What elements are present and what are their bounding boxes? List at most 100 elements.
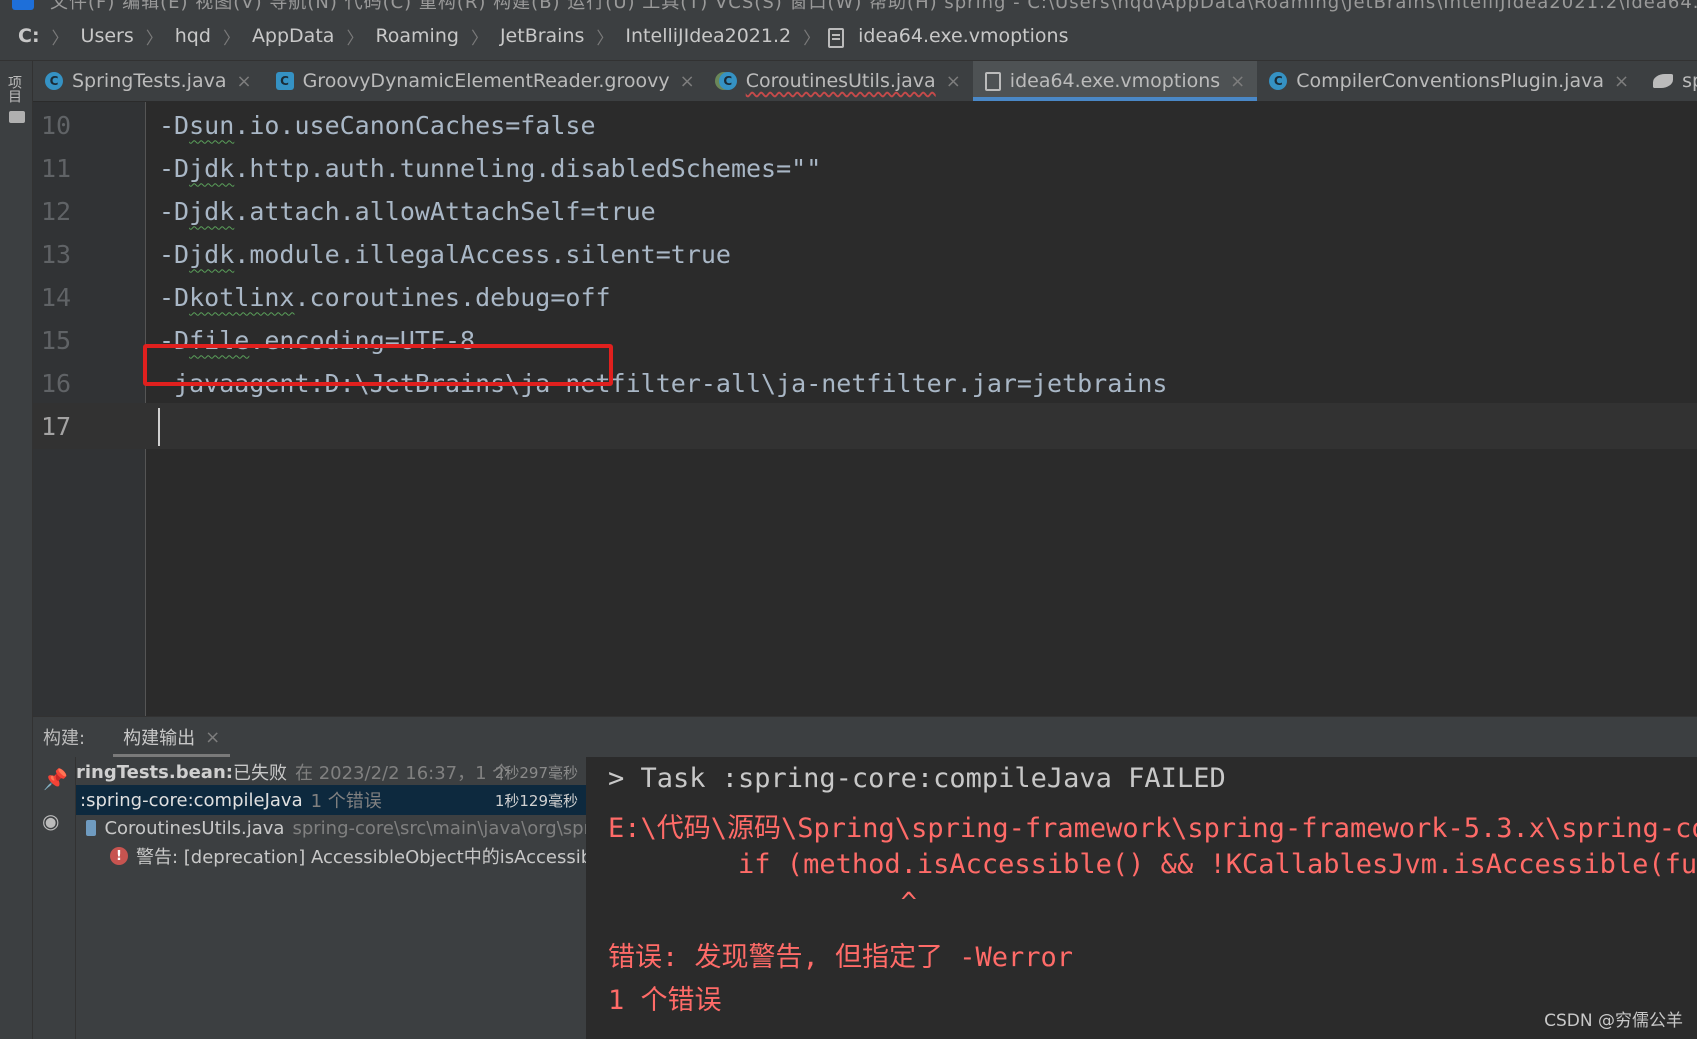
project-tool-button[interactable]: 项目 (6, 75, 24, 103)
breadcrumb-item-drive[interactable]: C: (0, 25, 44, 47)
code-rest: .module.illegalAccess.silent=true (234, 239, 731, 269)
code-rest: .http.auth.tunneling.disabledSchemes="" (234, 153, 822, 183)
java-file-icon (86, 820, 97, 836)
tab-label: CompilerConventionsPlugin.java (1296, 70, 1604, 92)
code-line[interactable]: 11 -Djdk.http.auth.tunneling.disabledSch… (33, 145, 1697, 191)
code-line[interactable]: 14 -Dkotlinx.coroutines.debug=off (33, 274, 1697, 320)
console-line: ^ (608, 887, 917, 918)
line-number: 16 (41, 368, 72, 398)
tab-label: CoroutinesUtils.java (745, 70, 936, 92)
spell-check-word: kotlinx (189, 282, 295, 312)
tab-groovydynamicelementreader[interactable]: C GroovyDynamicElementReader.groovy × (264, 61, 707, 101)
text-file-icon (984, 71, 1001, 91)
tab-spring-beans-gradle[interactable]: spring-beans.gr (1641, 61, 1697, 101)
tree-row-status: 已失败 (232, 763, 287, 784)
line-number: 13 (41, 239, 72, 269)
spell-check-word: jdk (189, 153, 235, 183)
code-text[interactable]: -Djdk.attach.allowAttachSelf=true (159, 197, 656, 226)
spell-check-word: jdk (189, 196, 235, 226)
breadcrumb-item-appdata[interactable]: AppData (248, 25, 339, 47)
gradle-icon (1653, 74, 1674, 88)
breadcrumb-item-file[interactable]: idea64.exe.vmoptions (854, 25, 1072, 47)
chevron-right-icon: 〉 (346, 28, 364, 49)
chevron-right-icon: 〉 (145, 28, 163, 49)
build-tool-header: 构建: 构建输出 × (33, 716, 1697, 757)
code-text[interactable]: -Djdk.module.illegalAccess.silent=true (159, 240, 731, 269)
code-prefix: -D (159, 282, 190, 312)
menu-items[interactable]: 文件(F) 编辑(E) 视图(V) 导航(N) 代码(C) 重构(R) 构建(B… (50, 0, 1697, 12)
breadcrumb-item-hqd[interactable]: hqd (171, 25, 215, 47)
folder-icon[interactable] (9, 111, 25, 123)
close-icon[interactable]: × (680, 71, 695, 92)
tab-label: spring-beans.gr (1682, 70, 1697, 92)
text-caret (158, 408, 160, 446)
chevron-right-icon: 〉 (51, 28, 69, 49)
tree-row-title: ringTests.bean: (76, 761, 233, 783)
console-line: 错误: 发现警告, 但指定了 -Werror (608, 942, 1074, 973)
tree-row[interactable]: CoroutinesUtils.java spring-core\src\mai… (76, 813, 586, 843)
eye-icon[interactable]: ◉ (42, 809, 59, 833)
code-line[interactable]: 13 -Djdk.module.illegalAccess.silent=tru… (33, 231, 1697, 277)
tab-build-output[interactable]: 构建输出 × (113, 717, 231, 757)
code-prefix: -D (159, 196, 190, 226)
breadcrumb-item-users[interactable]: Users (77, 25, 138, 47)
tree-row-selected[interactable]: :spring-core:compileJava 1 个错误 1秒129毫秒 (76, 785, 586, 815)
chevron-right-icon: 〉 (222, 28, 240, 49)
breadcrumb-item-intellij[interactable]: IntelliJIdea2021.2 (621, 25, 795, 47)
tab-label: 构建输出 (123, 728, 196, 749)
editor-tabs: C SpringTests.java × C GroovyDynamicElem… (33, 61, 1697, 101)
tab-compilerconventionsplugin[interactable]: C CompilerConventionsPlugin.java × (1257, 61, 1641, 101)
menu-bar: 文件(F) 编辑(E) 视图(V) 导航(N) 代码(C) 重构(R) 构建(B… (0, 0, 1697, 12)
breadcrumb-item-roaming[interactable]: Roaming (371, 25, 463, 47)
build-console-output[interactable]: > Task :spring-core:compileJava FAILED E… (586, 757, 1697, 1039)
intellij-logo-icon (12, 0, 34, 10)
code-text[interactable]: -Djdk.http.auth.tunneling.disabledScheme… (159, 154, 821, 183)
tree-row-title: CoroutinesUtils.java (104, 817, 285, 839)
code-line-current[interactable]: 17 (33, 403, 1697, 449)
groovy-class-icon: C (275, 72, 294, 90)
code-rest: .attach.allowAttachSelf=true (234, 196, 656, 226)
code-text[interactable]: -Dkotlinx.coroutines.debug=off (159, 283, 611, 312)
tab-coroutinesutils[interactable]: C CoroutinesUtils.java × (707, 61, 973, 101)
tab-springtests[interactable]: C SpringTests.java × (33, 61, 264, 101)
tree-row-title: :spring-core:compileJava (80, 789, 303, 811)
tree-row-title: 警告: [deprecation] AccessibleObject中的isAc… (136, 847, 586, 868)
line-number: 14 (41, 282, 72, 312)
tree-row-time: 1秒129毫秒 (494, 791, 578, 810)
tree-row[interactable]: ringTests.bean: 已失败 在 2023/2/2 16:37，1 个… (76, 757, 586, 787)
build-tree: ringTests.bean: 已失败 在 2023/2/2 16:37，1 个… (76, 757, 586, 1039)
code-text[interactable]: -Dsun.io.useCanonCaches=false (159, 111, 596, 140)
pin-icon[interactable]: 📌 (43, 767, 68, 791)
error-icon: ! (110, 847, 128, 865)
code-editor[interactable]: 10 -Dsun.io.useCanonCaches=false 11 -Djd… (33, 102, 1697, 716)
chevron-right-icon: 〉 (470, 28, 488, 49)
class-icon: C (1269, 72, 1288, 90)
tree-row-time: 2秒297毫秒 (494, 763, 578, 782)
close-icon[interactable]: × (205, 727, 220, 748)
line-number: 10 (41, 110, 72, 140)
spell-check-word: jdk (189, 239, 235, 269)
breadcrumb-item-jetbrains[interactable]: JetBrains (496, 25, 588, 47)
code-prefix: -D (159, 239, 190, 269)
code-rest: .io.useCanonCaches=false (234, 110, 596, 140)
left-tool-strip: 项目 (0, 61, 33, 1039)
tab-label: idea64.exe.vmoptions (1009, 70, 1221, 92)
close-icon[interactable]: × (946, 71, 961, 92)
console-line: if (method.isAccessible() && !KCallables… (608, 849, 1697, 880)
code-line[interactable]: 12 -Djdk.attach.allowAttachSelf=true (33, 188, 1697, 234)
close-icon[interactable]: × (1230, 71, 1245, 92)
tree-row[interactable]: ! 警告: [deprecation] AccessibleObject中的is… (76, 841, 586, 871)
line-number: 11 (41, 153, 72, 183)
console-line: 1 个错误 (608, 985, 722, 1016)
tree-row-detail: 1 个错误 (310, 791, 382, 812)
tab-idea64-vmoptions[interactable]: idea64.exe.vmoptions × (972, 61, 1258, 101)
code-line[interactable]: 10 -Dsun.io.useCanonCaches=false (33, 102, 1697, 148)
chevron-right-icon: 〉 (803, 28, 821, 49)
close-icon[interactable]: × (1614, 71, 1629, 92)
tree-row-detail: spring-core\src\main\java\org\spri (292, 817, 586, 839)
close-icon[interactable]: × (236, 71, 251, 92)
watermark: CSDN @穷儒公羊 (1544, 1011, 1683, 1031)
breadcrumb: C: 〉 Users 〉 hqd 〉 AppData 〉 Roaming 〉 J… (0, 12, 1697, 61)
code-rest: .coroutines.debug=off (294, 282, 611, 312)
build-label: 构建: (43, 728, 86, 749)
